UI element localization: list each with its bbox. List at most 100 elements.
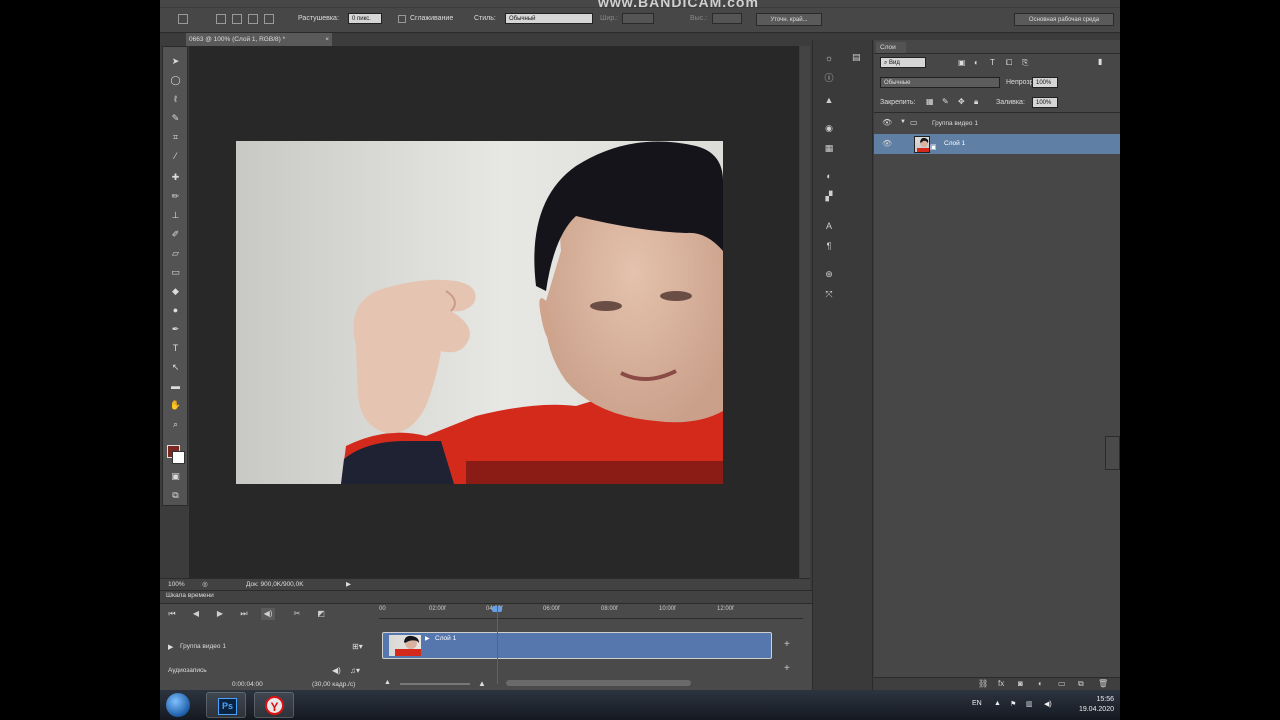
canvas-area[interactable] [189,46,799,578]
add-mask-icon[interactable]: ◙ [1018,679,1023,688]
filter-pixel-icon[interactable]: ▣ [958,58,966,67]
timeline-horizontal-scrollbar[interactable] [506,680,691,686]
clone-source-panel-icon[interactable]: ▞ [822,190,836,202]
timeline-zoom-slider[interactable] [400,683,470,685]
filter-type-icon[interactable]: T [990,58,995,67]
new-layer-icon[interactable]: ⧉ [1078,679,1084,689]
go-to-first-frame-icon[interactable]: ⏮ [165,608,179,620]
path-selection-tool-icon[interactable]: ↖ [169,361,182,373]
add-audio-icon[interactable]: + [784,663,790,674]
visibility-eye-icon[interactable]: 👁︎ [882,118,892,127]
action-center-flag-icon[interactable]: ⚑ [1010,700,1016,708]
lock-position-icon[interactable]: ✥ [958,97,965,106]
eyedropper-tool-icon[interactable]: ⁄ [169,150,182,162]
hand-tool-icon[interactable]: ✋ [169,399,182,411]
layers-panel-collapse-icon[interactable]: ▤ [852,52,866,64]
gradient-tool-icon[interactable]: ▭ [169,266,182,278]
panel-collapse-handle[interactable] [1105,436,1120,470]
screen-mode-icon[interactable]: ⧉ [169,489,182,501]
style-select[interactable]: Обычный [505,13,593,24]
lock-transparency-icon[interactable]: ▦ [926,97,934,106]
opacity-input[interactable]: 100% [1032,77,1058,88]
quick-mask-icon[interactable]: ▣ [169,470,182,482]
delete-layer-icon[interactable]: 🗑︎ [1098,679,1108,688]
marquee-tool-preset-icon[interactable] [178,14,188,24]
adjustments-panel-icon[interactable]: ▦ [822,142,836,154]
pen-tool-icon[interactable]: ✒ [169,323,182,335]
new-adjustment-layer-icon[interactable]: ◐ [1038,679,1043,688]
tool-presets-panel-icon[interactable]: ⤧ [822,288,836,300]
playhead[interactable] [497,606,498,684]
histogram-panel-icon[interactable]: ▲ [822,94,836,106]
intersect-selection-icon[interactable] [264,14,274,24]
music-note-icon[interactable]: ♫▾ [350,666,360,675]
eraser-tool-icon[interactable]: ▱ [169,247,182,259]
filter-adjustment-icon[interactable]: ◐ [974,58,979,67]
new-group-icon[interactable]: ▭ [1058,679,1066,688]
layer-filter-select[interactable]: ⌕ Вид [880,57,926,68]
zoom-out-mountain-icon[interactable]: ▲ [384,679,391,686]
split-clip-icon[interactable]: ✂ [290,608,304,620]
layers-tab[interactable]: Слои [876,42,906,53]
type-tool-icon[interactable]: T [169,342,182,354]
show-hidden-icons-icon[interactable]: ▲ [994,700,1001,707]
history-brush-tool-icon[interactable]: ✐ [169,228,182,240]
visibility-eye-icon[interactable]: 👁︎ [882,139,892,148]
taskbar-clock[interactable]: 15:56 19.04.2020 [1079,695,1114,715]
audio-mute-icon[interactable]: ◀) [261,608,275,620]
background-color-swatch[interactable] [172,451,185,464]
previous-frame-icon[interactable]: ◀ [189,608,203,620]
video-clip[interactable]: ▶ Слой 1 [382,632,772,659]
audio-volume-icon[interactable]: ◀) [332,666,341,675]
3d-panel-icon[interactable]: ◉ [822,122,836,134]
fill-input[interactable]: 100% [1032,97,1058,108]
refine-edge-button[interactable]: Уточн. край... [756,13,822,26]
styles-panel-icon[interactable]: ◐ [822,170,836,182]
add-selection-icon[interactable] [232,14,242,24]
close-tab-icon[interactable]: × [325,33,329,46]
lock-all-icon[interactable]: 🔒︎ [974,97,978,107]
taskbar-yandex-browser[interactable]: Y [254,692,294,718]
language-indicator[interactable]: EN [972,700,982,707]
blur-tool-icon[interactable]: ◆ [169,285,182,297]
brush-presets-panel-icon[interactable]: ⊛ [822,268,836,280]
subtract-selection-icon[interactable] [248,14,258,24]
filter-toggle-icon[interactable]: ▮ [1098,57,1102,66]
layer-row-selected[interactable]: 👁︎ ▣ Слой 1 [874,134,1120,154]
document-tab[interactable]: 0663 @ 100% (Слой 1, RGB/8) * × [186,33,332,46]
quick-selection-tool-icon[interactable]: ✎ [169,112,182,124]
antialias-checkbox[interactable] [398,15,406,23]
shape-tool-icon[interactable]: ▬ [169,380,182,392]
width-input[interactable] [622,13,654,24]
feather-input[interactable]: 0 пикс. [348,13,382,24]
layer-row-group[interactable]: 👁︎ ▼ ▭ Группа видео 1 [874,114,1120,134]
dodge-tool-icon[interactable]: ● [169,304,182,316]
info-panel-icon[interactable]: ⓘ [822,72,836,84]
brush-tool-icon[interactable]: ✏ [169,190,182,202]
new-selection-icon[interactable] [216,14,226,24]
filter-smart-object-icon[interactable]: ⎘ [1022,58,1028,68]
film-icon[interactable]: ⊞▾ [352,642,363,651]
network-icon[interactable]: ▥ [1026,700,1033,708]
zoom-in-mountain-icon[interactable]: ▲ [478,679,486,688]
volume-icon[interactable]: ◀) [1044,700,1052,708]
group-expanded-arrow-icon[interactable]: ▼ [900,119,906,125]
move-tool-icon[interactable]: ➤ [169,55,182,67]
height-input[interactable] [712,13,742,24]
next-frame-icon[interactable]: ⏭ [237,608,251,620]
character-panel-icon[interactable]: A [822,220,836,232]
paragraph-panel-icon[interactable]: ¶ [822,240,836,252]
workspace-button[interactable]: Основная рабочая среда [1014,13,1114,26]
add-media-icon[interactable]: + [784,639,790,650]
timeline-ruler[interactable]: 00 02:00f 04:00f 06:00f 08:00f 10:00f 12… [379,604,803,619]
play-icon[interactable]: ▶ [213,608,227,620]
lasso-tool-icon[interactable]: ℓ [169,93,182,105]
clone-stamp-tool-icon[interactable]: ⊥ [169,209,182,221]
taskbar-photoshop[interactable]: Ps [206,692,246,718]
lock-pixels-icon[interactable]: ✎ [942,97,949,106]
clip-expand-icon[interactable]: ▶ [425,635,430,642]
link-layers-icon[interactable]: ⛓ [978,679,988,688]
filter-shape-icon[interactable]: ⧠ [1006,58,1012,68]
transition-icon[interactable]: ◩ [314,608,328,620]
color-panel-icon[interactable]: ☼ [822,52,836,64]
